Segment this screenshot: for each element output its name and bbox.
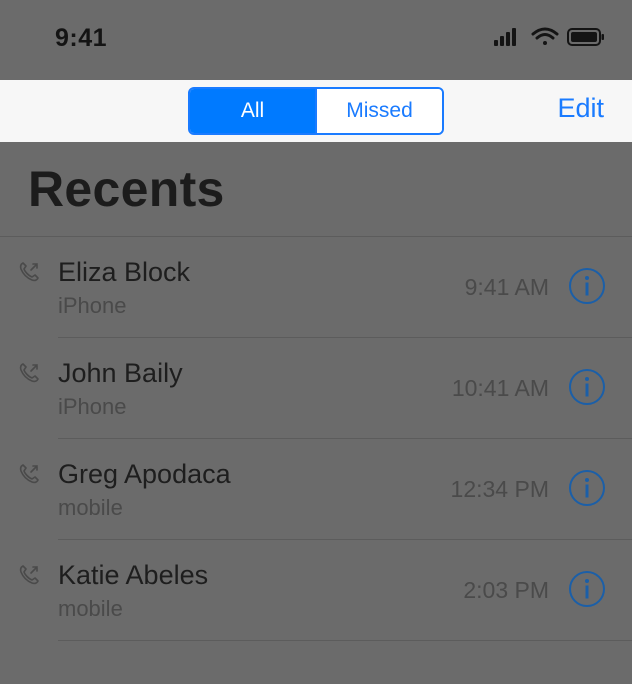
contact-name: Katie Abeles [58, 560, 209, 590]
call-time: 2:03 PM [463, 577, 549, 603]
battery-icon [567, 28, 604, 46]
edit-button[interactable]: Edit [557, 93, 604, 124]
phone-type: mobile [58, 495, 123, 520]
info-icon[interactable] [568, 267, 606, 305]
list-item[interactable]: Eliza Block iPhone 9:41 AM [0, 237, 632, 338]
phone-type: iPhone [58, 394, 127, 419]
call-time: 9:41 AM [464, 274, 549, 300]
contact-name: John Baily [58, 358, 183, 388]
call-time: 12:34 PM [450, 476, 549, 502]
contact-name: Eliza Block [58, 257, 191, 287]
info-icon[interactable] [568, 570, 606, 608]
list-item[interactable]: John Baily iPhone 10:41 AM [0, 338, 632, 439]
row-divider [58, 640, 632, 641]
outgoing-call-icon [19, 464, 39, 484]
contact-name: Greg Apodaca [58, 459, 231, 489]
list-item[interactable]: Greg Apodaca mobile 12:34 PM [0, 439, 632, 540]
outgoing-call-icon [19, 565, 39, 585]
status-time: 9:41 [55, 24, 108, 52]
wifi-icon [531, 27, 559, 45]
page-title: Recents [28, 161, 225, 217]
call-time: 10:41 AM [451, 375, 549, 401]
status-bar: 9:41 [0, 0, 632, 80]
info-icon[interactable] [568, 469, 606, 507]
nav-bar: All Missed Edit [0, 80, 632, 142]
recents-list: Eliza Block iPhone 9:41 AM John Baily iP… [0, 237, 632, 641]
status-icons [494, 26, 606, 50]
segment-all[interactable]: All [190, 89, 315, 133]
segment-missed[interactable]: Missed [315, 89, 442, 133]
outgoing-call-icon [19, 363, 39, 383]
signal-icon [494, 28, 516, 46]
phone-type: iPhone [58, 293, 127, 318]
segmented-control: All Missed [188, 87, 444, 135]
info-icon[interactable] [568, 368, 606, 406]
outgoing-call-icon [19, 262, 39, 282]
list-item[interactable]: Katie Abeles mobile 2:03 PM [0, 540, 632, 641]
phone-type: mobile [58, 596, 123, 621]
